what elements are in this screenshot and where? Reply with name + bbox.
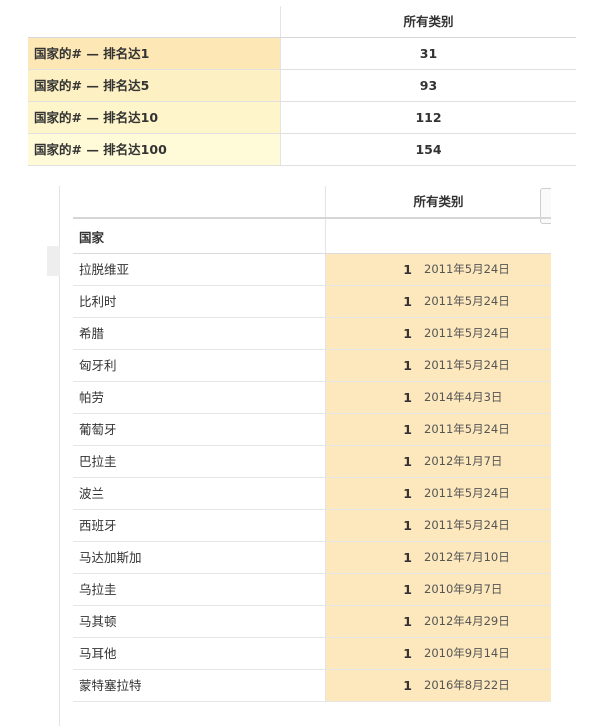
table-row[interactable]: 马其顿 1 2012年4月29日: [73, 606, 551, 638]
rank-cell: 1 2012年7月10日: [326, 542, 551, 573]
country-name[interactable]: 巴拉圭: [73, 446, 326, 477]
rank-cell: 1 2011年5月24日: [326, 510, 551, 541]
detail-header-blank: [73, 186, 326, 217]
table-row[interactable]: 马达加斯加 1 2012年7月10日: [73, 542, 551, 574]
table-row[interactable]: 拉脱维亚 1 2011年5月24日: [73, 254, 551, 286]
country-name[interactable]: 蒙特塞拉特: [73, 670, 326, 701]
country-name[interactable]: 马其顿: [73, 606, 326, 637]
rank-cell: 1 2011年5月24日: [326, 414, 551, 445]
rank-date: 2010年9月14日: [424, 646, 510, 660]
rank-cell: 1 2016年8月22日: [326, 670, 551, 701]
summary-header-row: 所有类别: [28, 6, 576, 38]
summary-row-value[interactable]: 112: [281, 102, 576, 133]
rank-cell: 1 2011年5月24日: [326, 254, 551, 285]
summary-row-value[interactable]: 93: [281, 70, 576, 101]
detail-table: 所有类别 国家 拉脱维亚 1 2011年5月24日 比利时 1 2011年5月2…: [73, 186, 551, 702]
rank-value: 1: [403, 294, 412, 309]
table-row[interactable]: 西班牙 1 2011年5月24日: [73, 510, 551, 542]
rank-value: 1: [403, 678, 412, 693]
country-name[interactable]: 葡萄牙: [73, 414, 326, 445]
rank-value: 1: [403, 486, 412, 501]
rank-cell: 1 2012年4月29日: [326, 606, 551, 637]
rank-date: 2011年5月24日: [424, 326, 510, 340]
summary-row-label: 国家的# — 排名达10: [28, 102, 281, 133]
rank-value: 1: [403, 390, 412, 405]
table-row[interactable]: 蒙特塞拉特 1 2016年8月22日: [73, 670, 551, 702]
rank-date: 2012年7月10日: [424, 550, 510, 564]
rank-date: 2011年5月24日: [424, 294, 510, 308]
country-name[interactable]: 马达加斯加: [73, 542, 326, 573]
rank-value: 1: [403, 550, 412, 565]
rank-cell: 1 2011年5月24日: [326, 350, 551, 381]
detail-panel: 所有类别 国家 拉脱维亚 1 2011年5月24日 比利时 1 2011年5月2…: [47, 186, 551, 726]
rank-date: 2011年5月24日: [424, 422, 510, 436]
country-name[interactable]: 比利时: [73, 286, 326, 317]
country-column-header[interactable]: 国家: [73, 219, 326, 253]
summary-row-value[interactable]: 154: [281, 134, 576, 165]
detail-subheader-row: 国家: [73, 219, 551, 254]
detail-header-row: 所有类别: [73, 186, 551, 219]
table-row[interactable]: 乌拉圭 1 2010年9月7日: [73, 574, 551, 606]
rank-value: 1: [403, 422, 412, 437]
rank-cell: 1 2010年9月14日: [326, 638, 551, 669]
country-name[interactable]: 乌拉圭: [73, 574, 326, 605]
rank-cell: 1 2014年4月3日: [326, 382, 551, 413]
rank-date: 2011年5月24日: [424, 262, 510, 276]
table-row[interactable]: 巴拉圭 1 2012年1月7日: [73, 446, 551, 478]
rank-value: 1: [403, 262, 412, 277]
country-name[interactable]: 马耳他: [73, 638, 326, 669]
summary-row-value[interactable]: 31: [281, 38, 576, 69]
country-name[interactable]: 匈牙利: [73, 350, 326, 381]
rank-date: 2012年4月29日: [424, 614, 510, 628]
rank-cell: 1 2012年1月7日: [326, 446, 551, 477]
rank-value: 1: [403, 358, 412, 373]
rank-cell: 1 2010年9月7日: [326, 574, 551, 605]
table-row[interactable]: 希腊 1 2011年5月24日: [73, 318, 551, 350]
summary-column-header[interactable]: 所有类别: [281, 6, 576, 37]
rank-date: 2012年1月7日: [424, 454, 503, 468]
rank-value: 1: [403, 614, 412, 629]
rank-date: 2010年9月7日: [424, 582, 503, 596]
table-row[interactable]: 波兰 1 2011年5月24日: [73, 478, 551, 510]
rank-date: 2011年5月24日: [424, 518, 510, 532]
rank-value: 1: [403, 454, 412, 469]
country-name[interactable]: 西班牙: [73, 510, 326, 541]
summary-row-label: 国家的# — 排名达1: [28, 38, 281, 69]
detail-column-header[interactable]: 所有类别: [326, 186, 551, 217]
table-row[interactable]: 葡萄牙 1 2011年5月24日: [73, 414, 551, 446]
summary-table: 所有类别 国家的# — 排名达1 31 国家的# — 排名达5 93 国家的# …: [28, 6, 576, 166]
summary-row: 国家的# — 排名达1 31: [28, 38, 576, 70]
rank-value: 1: [403, 326, 412, 341]
rank-value: 1: [403, 518, 412, 533]
rank-date: 2014年4月3日: [424, 390, 503, 404]
summary-row-label: 国家的# — 排名达5: [28, 70, 281, 101]
rank-value: 1: [403, 646, 412, 661]
rank-value: 1: [403, 582, 412, 597]
rank-cell: 1 2011年5月24日: [326, 318, 551, 349]
table-row[interactable]: 帕劳 1 2014年4月3日: [73, 382, 551, 414]
rank-cell: 1 2011年5月24日: [326, 478, 551, 509]
summary-row: 国家的# — 排名达10 112: [28, 102, 576, 134]
summary-row-label: 国家的# — 排名达100: [28, 134, 281, 165]
table-row[interactable]: 匈牙利 1 2011年5月24日: [73, 350, 551, 382]
rank-date: 2016年8月22日: [424, 678, 510, 692]
summary-header-blank: [28, 6, 281, 37]
country-name[interactable]: 帕劳: [73, 382, 326, 413]
table-row[interactable]: 比利时 1 2011年5月24日: [73, 286, 551, 318]
rank-date: 2011年5月24日: [424, 486, 510, 500]
summary-row: 国家的# — 排名达100 154: [28, 134, 576, 166]
scrollbar-stub[interactable]: [47, 246, 60, 276]
country-name[interactable]: 拉脱维亚: [73, 254, 326, 285]
rank-date: 2011年5月24日: [424, 358, 510, 372]
table-row[interactable]: 马耳他 1 2010年9月14日: [73, 638, 551, 670]
rank-cell: 1 2011年5月24日: [326, 286, 551, 317]
country-name[interactable]: 波兰: [73, 478, 326, 509]
country-name[interactable]: 希腊: [73, 318, 326, 349]
detail-subheader-blank: [326, 219, 551, 253]
summary-row: 国家的# — 排名达5 93: [28, 70, 576, 102]
